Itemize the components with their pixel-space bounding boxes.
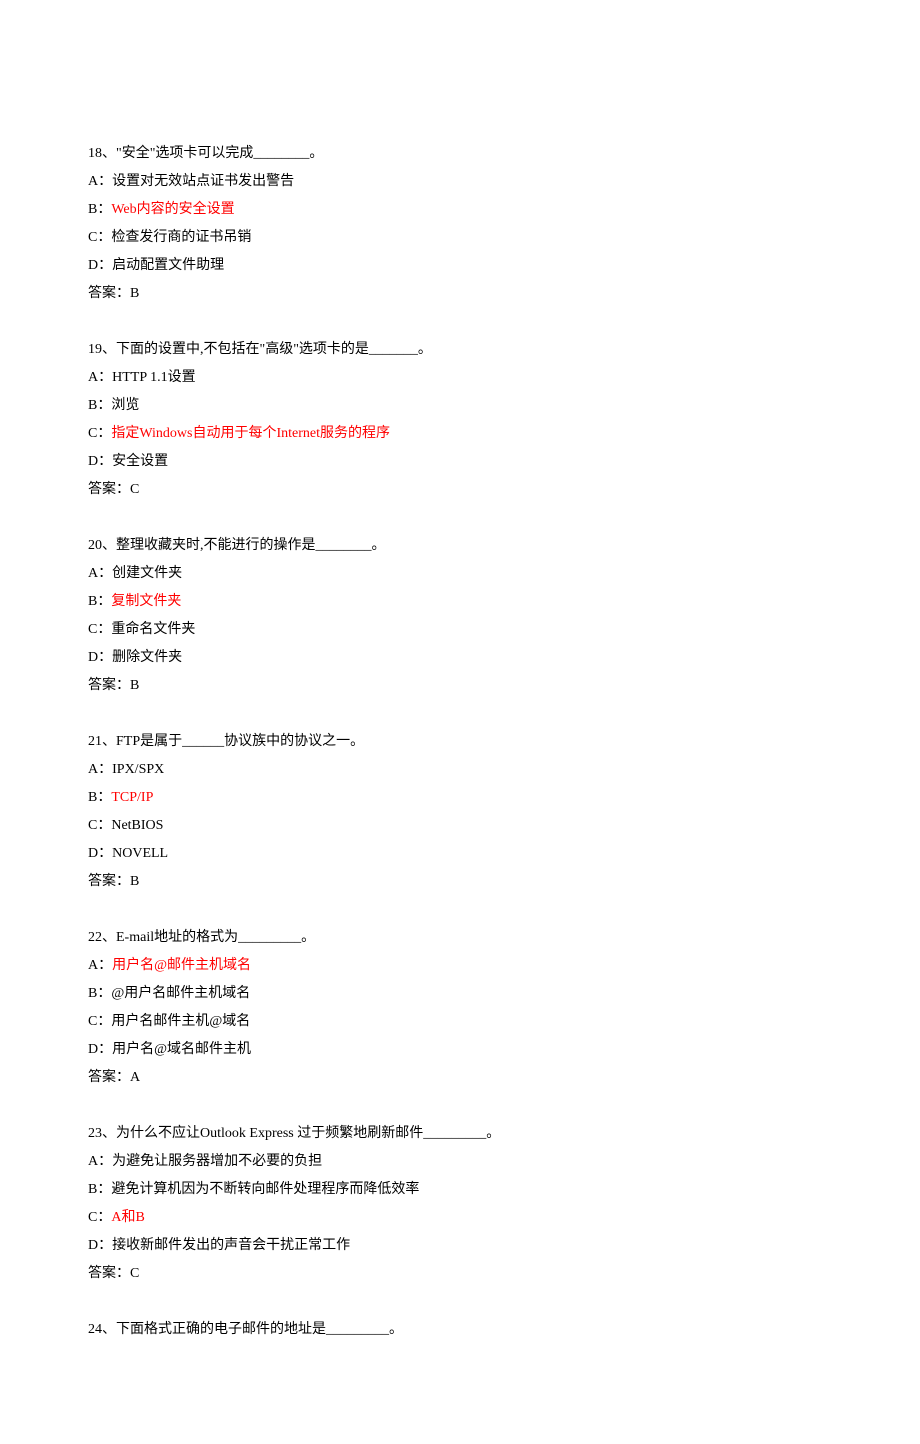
question-option: D：启动配置文件助理 [88,252,920,280]
spacer [88,1288,920,1316]
question-option: A：用户名@邮件主机域名 [88,952,920,980]
question-option: D：接收新邮件发出的声音会干扰正常工作 [88,1232,920,1260]
question-stem: 22、E-mail地址的格式为_________。 [88,924,920,952]
question-option: D：用户名@域名邮件主机 [88,1036,920,1064]
question-stem: 20、整理收藏夹时,不能进行的操作是________。 [88,532,920,560]
spacer [88,896,920,924]
answer-line: 答案：A [88,1064,920,1092]
question-option: A：为避免让服务器增加不必要的负担 [88,1148,920,1176]
answer-line: 答案：B [88,672,920,700]
question-option: B：@用户名邮件主机域名 [88,980,920,1008]
question-option: B：浏览 [88,392,920,420]
spacer [88,308,920,336]
question-option: C：用户名邮件主机@域名 [88,1008,920,1036]
question-option: A：IPX/SPX [88,756,920,784]
answer-line: 答案：C [88,1260,920,1288]
question-stem: 19、下面的设置中,不包括在"高级"选项卡的是_______。 [88,336,920,364]
question-option: C：A和B [88,1204,920,1232]
question-stem: 18、"安全"选项卡可以完成________。 [88,140,920,168]
question-option: D：删除文件夹 [88,644,920,672]
answer-line: 答案：B [88,868,920,896]
document-body: 18、"安全"选项卡可以完成________。 A：设置对无效站点证书发出警告 … [0,0,920,1444]
question-option: D：安全设置 [88,448,920,476]
question-option: B：复制文件夹 [88,588,920,616]
question-option: B：TCP/IP [88,784,920,812]
question-option: C：NetBIOS [88,812,920,840]
answer-line: 答案：C [88,476,920,504]
question-option: D：NOVELL [88,840,920,868]
question-option: C：检查发行商的证书吊销 [88,224,920,252]
question-option: B：避免计算机因为不断转向邮件处理程序而降低效率 [88,1176,920,1204]
question-option: A：设置对无效站点证书发出警告 [88,168,920,196]
spacer [88,1344,920,1444]
question-stem: 21、FTP是属于______协议族中的协议之一。 [88,728,920,756]
question-option: A：创建文件夹 [88,560,920,588]
spacer [88,1092,920,1120]
question-option: C：重命名文件夹 [88,616,920,644]
question-stem: 24、下面格式正确的电子邮件的地址是_________。 [88,1316,920,1344]
question-option: A：HTTP 1.1设置 [88,364,920,392]
spacer [88,700,920,728]
question-option: C：指定Windows自动用于每个Internet服务的程序 [88,420,920,448]
question-stem: 23、为什么不应让Outlook Express 过于频繁地刷新邮件______… [88,1120,920,1148]
answer-line: 答案：B [88,280,920,308]
question-option: B：Web内容的安全设置 [88,196,920,224]
spacer [88,504,920,532]
